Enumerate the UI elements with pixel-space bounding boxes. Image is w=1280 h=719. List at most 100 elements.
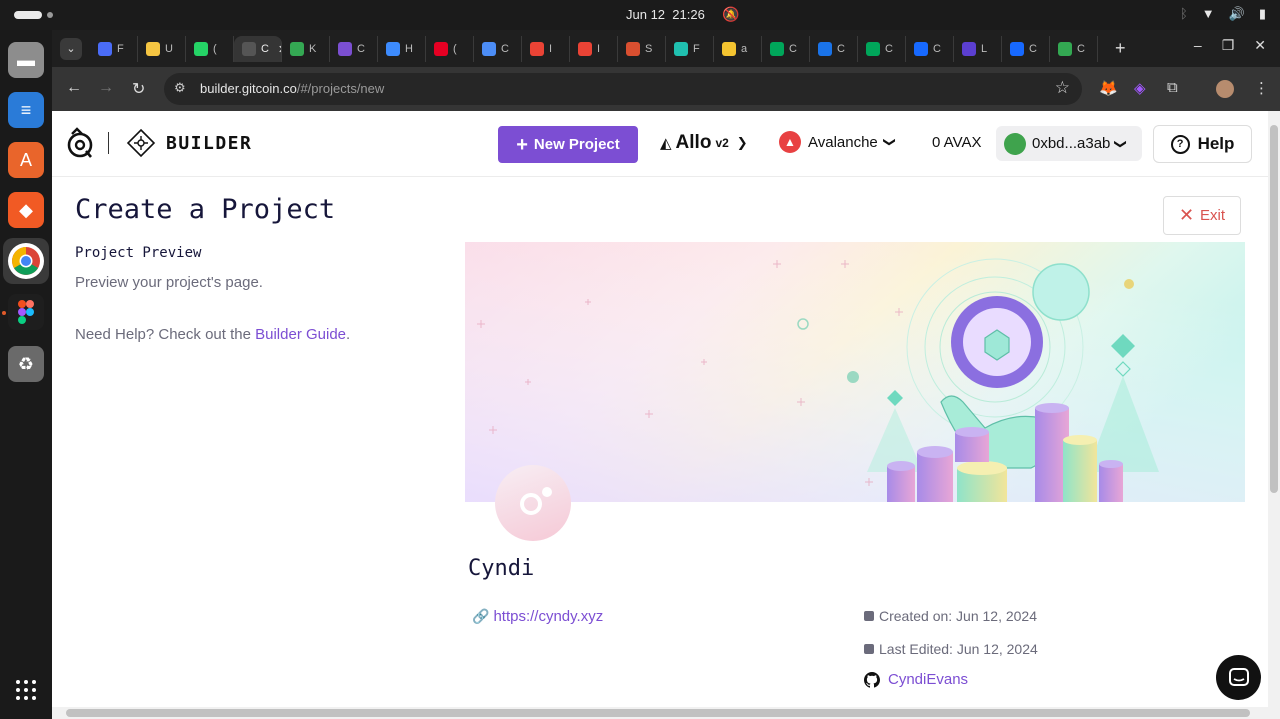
scrollbar-thumb[interactable]	[1270, 125, 1278, 493]
tab-title: C	[789, 43, 797, 55]
browser-tab[interactable]: C	[906, 36, 954, 62]
browser-tab[interactable]: I	[570, 36, 618, 62]
browser-tab[interactable]: F	[666, 36, 714, 62]
text-editor-icon[interactable]: ≡	[8, 92, 44, 128]
tab-favicon-icon	[530, 42, 544, 56]
browser-tab[interactable]: S	[618, 36, 666, 62]
new-tab-button[interactable]: +	[1115, 38, 1126, 59]
github-icon	[864, 671, 880, 688]
browser-tab[interactable]: C✕	[234, 36, 282, 62]
browser-tab[interactable]: I	[522, 36, 570, 62]
maximize-icon[interactable]: ❐	[1222, 37, 1235, 54]
chat-support-button[interactable]	[1216, 655, 1261, 700]
browser-tab[interactable]: H	[378, 36, 426, 62]
battery-icon: ▮	[1258, 6, 1266, 21]
url-text[interactable]: builder.gitcoin.co/#/projects/new	[200, 81, 384, 96]
extensions-puzzle-icon[interactable]: ⧉	[1167, 79, 1178, 96]
figma-icon[interactable]	[8, 294, 44, 330]
browser-tab[interactable]: C	[858, 36, 906, 62]
files-icon[interactable]: ▬	[8, 42, 44, 78]
browser-tab[interactable]: C	[810, 36, 858, 62]
browser-tab[interactable]: U	[138, 36, 186, 62]
browser-tab[interactable]: C	[330, 36, 378, 62]
tab-favicon-icon	[434, 42, 448, 56]
chevron-down-icon: ❯	[882, 136, 897, 148]
browser-tab[interactable]: K	[282, 36, 330, 62]
bluetooth-icon: ᛒ	[1179, 6, 1188, 21]
wallet-avatar	[1004, 132, 1026, 155]
browser-tab[interactable]: C	[762, 36, 810, 62]
profile-avatar[interactable]	[1216, 80, 1234, 98]
bookmark-star-icon[interactable]: ☆	[1055, 78, 1070, 98]
metamask-extension-icon[interactable]: 🦊	[1099, 79, 1118, 97]
question-circle-icon: ?	[1170, 134, 1190, 154]
new-project-button[interactable]: + New Project	[498, 126, 638, 163]
forward-arrow-icon[interactable]: →	[98, 79, 114, 97]
help-text: Need Help? Check out the Builder Guide.	[75, 326, 351, 343]
tab-favicon-icon	[578, 42, 592, 56]
exit-button[interactable]: ✕ Exit	[1163, 196, 1241, 235]
browser-tab[interactable]: F	[90, 36, 138, 62]
browser-tab[interactable]: (	[426, 36, 474, 62]
builder-guide-link[interactable]: Builder Guide	[255, 326, 346, 343]
network-selector[interactable]: ▲ Avalanche ❯	[779, 131, 897, 153]
system-clock[interactable]: Jun 12 21:26	[626, 7, 705, 22]
project-website-link[interactable]: 🔗 https://cyndy.xyz	[472, 608, 603, 625]
chevron-down-icon: ❯	[736, 135, 748, 150]
workspace-dot-icon	[47, 12, 53, 18]
section-title: Project Preview	[75, 245, 202, 261]
tab-search-chevron-icon[interactable]: ⌄	[60, 38, 82, 60]
browser-tab[interactable]: C	[1050, 36, 1098, 62]
allo-version-selector[interactable]: ◭ Allo v2 ❯	[660, 132, 748, 154]
scrollbar-thumb[interactable]	[66, 709, 1250, 717]
browser-toolbar: ← → ↻ ⚙ builder.gitcoin.co/#/projects/ne…	[52, 67, 1280, 111]
browser-tab[interactable]: a	[714, 36, 762, 62]
wallet-account-button[interactable]: 0xbd...a3ab ❯	[996, 126, 1142, 161]
tab-favicon-icon	[98, 42, 112, 56]
browser-tab[interactable]: C	[474, 36, 522, 62]
minimize-icon[interactable]: –	[1194, 37, 1202, 54]
trash-icon[interactable]: ♻	[8, 346, 44, 382]
vertical-scrollbar[interactable]	[1268, 111, 1280, 707]
horizontal-scrollbar[interactable]	[52, 707, 1280, 719]
logo-divider	[108, 132, 109, 154]
tab-title: C	[885, 43, 893, 55]
chrome-icon[interactable]	[8, 243, 44, 279]
tab-title: K	[309, 43, 317, 55]
browser-tab[interactable]: (	[186, 36, 234, 62]
activities-indicator[interactable]	[14, 11, 42, 19]
system-tray[interactable]: ᛒ ▼ 🔊 ▮	[1180, 6, 1266, 22]
tab-favicon-icon	[338, 42, 352, 56]
avalanche-logo-icon: ▲	[779, 131, 801, 153]
figma-extension-icon[interactable]: ◈	[1134, 79, 1146, 97]
gitcoin-logo-icon[interactable]	[66, 127, 94, 164]
calendar-icon	[864, 611, 874, 621]
brand-name[interactable]: BUILDER	[166, 133, 252, 154]
tab-favicon-icon	[1010, 42, 1024, 56]
section-description: Preview your project's page.	[75, 274, 263, 291]
show-apps-icon[interactable]	[16, 680, 36, 700]
browser-tab[interactable]: L	[954, 36, 1002, 62]
project-created-date: Created on: Jun 12, 2024	[864, 608, 1037, 624]
web-page: BUILDER + New Project ◭ Allo v2 ❯ ▲ Avalan…	[52, 111, 1268, 707]
tab-title: F	[117, 43, 124, 55]
allo-logo-icon: ◭	[660, 135, 672, 152]
back-arrow-icon[interactable]: ←	[66, 79, 82, 97]
tab-favicon-icon	[674, 42, 688, 56]
chevron-down-icon: ❯	[1114, 138, 1129, 149]
reload-icon[interactable]: ↻	[132, 79, 145, 99]
tab-favicon-icon	[386, 42, 400, 56]
builder-logo-icon[interactable]	[126, 128, 156, 163]
chrome-menu-icon[interactable]: ⋮	[1254, 79, 1269, 97]
address-bar[interactable]: ⚙ builder.gitcoin.co/#/projects/new ☆	[164, 73, 1082, 105]
project-github-link[interactable]: CyndiEvans	[864, 671, 968, 688]
browser-tab[interactable]: C	[1002, 36, 1050, 62]
tab-title: I	[549, 43, 553, 55]
close-window-icon[interactable]: ✕	[1254, 37, 1266, 54]
tab-title: C	[1077, 43, 1085, 55]
close-x-icon: ✕	[1178, 205, 1195, 225]
site-info-icon[interactable]: ⚙	[174, 80, 186, 96]
brave-browser-icon[interactable]: ◆	[8, 192, 44, 228]
app-store-icon[interactable]: A	[8, 142, 44, 178]
help-button[interactable]: ? Help	[1153, 125, 1252, 163]
